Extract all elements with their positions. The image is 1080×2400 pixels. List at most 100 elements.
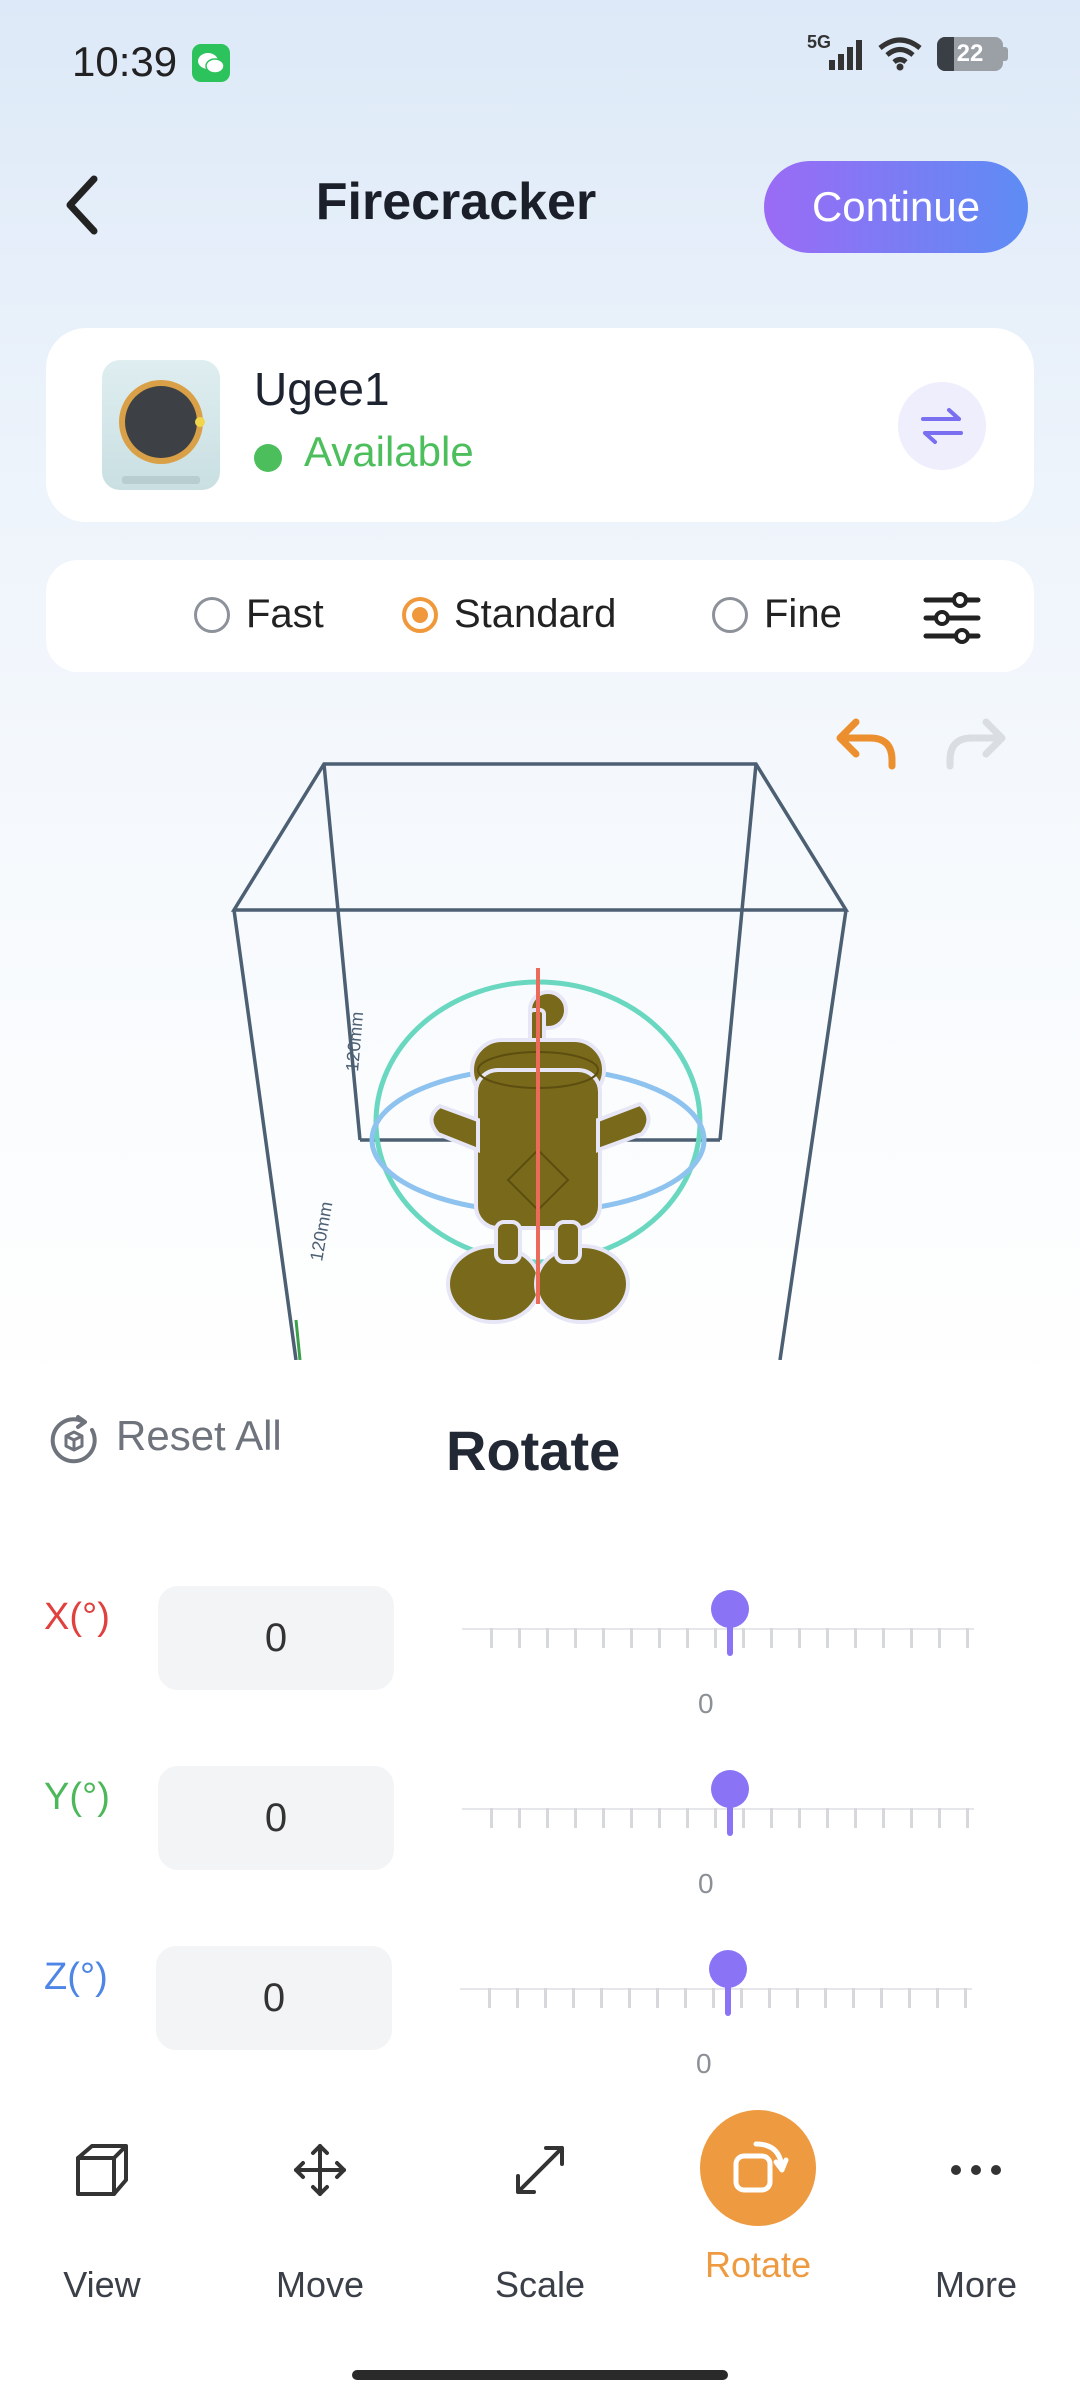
sliders-icon	[923, 592, 981, 644]
slider-tick	[798, 1808, 801, 1828]
slider-knob[interactable]	[709, 1950, 747, 1988]
slider-tick	[488, 1988, 491, 2008]
slider-tick	[574, 1628, 577, 1648]
slider-tick	[938, 1808, 941, 1828]
slider-track	[460, 1988, 972, 1990]
slider-tick	[600, 1988, 603, 2008]
y-rotation-input[interactable]: 0	[158, 1766, 394, 1870]
slider-tick	[938, 1628, 941, 1648]
printer-name: Ugee1	[254, 363, 390, 415]
slider-tick	[490, 1808, 493, 1828]
slider-tick	[516, 1988, 519, 2008]
slider-tick	[628, 1988, 631, 2008]
swap-arrows-icon	[921, 408, 963, 444]
slider-tick	[630, 1628, 633, 1648]
slider-tick	[854, 1808, 857, 1828]
x-rotation-slider[interactable]: 0	[462, 1590, 974, 1719]
slider-tick	[966, 1808, 969, 1828]
rotate-icon	[700, 2110, 816, 2226]
slider-tick	[742, 1808, 745, 1828]
slider-tick	[768, 1988, 771, 2008]
continue-button[interactable]: Continue	[764, 161, 1028, 253]
reset-icon[interactable]	[48, 1414, 100, 1466]
printer-card[interactable]: Ugee1 Available	[46, 328, 1034, 522]
slider-tick	[602, 1808, 605, 1828]
slider-tick	[882, 1808, 885, 1828]
quality-option-label: Fast	[246, 592, 324, 636]
quality-option-standard[interactable]: Standard	[402, 592, 616, 637]
battery-indicator: 22	[937, 37, 1003, 71]
nav-move[interactable]: Move	[240, 2130, 400, 2306]
slider-tick	[936, 1988, 939, 2008]
status-icons: 5G 22	[807, 32, 1008, 72]
y-rotation-slider[interactable]: 0	[462, 1770, 974, 1899]
quality-option-fast[interactable]: Fast	[194, 592, 324, 637]
z-rotation-slider[interactable]: 0	[460, 1950, 972, 2079]
switch-printer-button[interactable]	[898, 382, 986, 470]
more-dots-icon	[936, 2130, 1016, 2210]
cube-icon	[62, 2130, 142, 2210]
slider-track	[462, 1628, 974, 1630]
slider-tick	[684, 1988, 687, 2008]
slider-tick	[770, 1628, 773, 1648]
quality-selector: Fast Standard Fine	[46, 560, 1034, 672]
move-arrows-icon	[280, 2130, 360, 2210]
axis-label-y: Y(°)	[44, 1776, 110, 1818]
slider-tick	[742, 1628, 745, 1648]
radio-fine[interactable]	[712, 596, 748, 633]
x-rotation-input[interactable]: 0	[158, 1586, 394, 1690]
nav-label-more: More	[934, 2264, 1018, 2305]
nav-label-view: View	[63, 2264, 141, 2305]
slider-tick	[546, 1628, 549, 1648]
slider-tick	[686, 1808, 689, 1828]
slider-tick	[518, 1808, 521, 1828]
slider-track	[462, 1808, 974, 1810]
printer-image	[102, 360, 220, 490]
slider-tick	[826, 1628, 829, 1648]
scale-arrows-icon	[500, 2130, 580, 2210]
slider-tick	[546, 1808, 549, 1828]
z-slider-value: 0	[696, 2048, 712, 2079]
radio-standard[interactable]	[402, 596, 438, 633]
panel-title: Rotate	[446, 1419, 621, 1482]
slider-tick	[966, 1628, 969, 1648]
slider-tick	[630, 1808, 633, 1828]
slider-tick	[714, 1628, 717, 1648]
slider-tick	[826, 1808, 829, 1828]
slider-knob[interactable]	[711, 1770, 749, 1808]
nav-more[interactable]: More	[896, 2130, 1056, 2306]
slider-tick	[712, 1988, 715, 2008]
slider-tick	[854, 1628, 857, 1648]
model-viewport[interactable]: 120mm 120mm	[0, 740, 1080, 1361]
nav-label-scale: Scale	[494, 2264, 586, 2305]
nav-scale[interactable]: Scale	[460, 2130, 620, 2306]
reset-all-button[interactable]: Reset All	[116, 1412, 282, 1460]
slider-tick	[796, 1988, 799, 2008]
slider-tick	[658, 1628, 661, 1648]
slider-tick	[852, 1988, 855, 2008]
slider-knob[interactable]	[711, 1590, 749, 1628]
slider-tick	[572, 1988, 575, 2008]
printer-status: Available	[304, 428, 474, 475]
slider-tick	[490, 1628, 493, 1648]
nav-view[interactable]: View	[22, 2130, 182, 2306]
slider-tick	[908, 1988, 911, 2008]
quality-option-fine[interactable]: Fine	[712, 592, 842, 637]
slider-tick	[824, 1988, 827, 2008]
slider-tick	[740, 1988, 743, 2008]
home-indicator	[352, 2370, 728, 2380]
nav-rotate[interactable]: Rotate	[678, 2110, 838, 2286]
y-slider-value: 0	[698, 1868, 714, 1899]
settings-sliders-button[interactable]	[922, 588, 982, 648]
slider-tick	[798, 1628, 801, 1648]
slider-tick	[910, 1628, 913, 1648]
slider-tick	[544, 1988, 547, 2008]
radio-fast[interactable]	[194, 596, 230, 633]
z-rotation-input[interactable]: 0	[156, 1946, 392, 2050]
wifi-icon	[878, 37, 922, 71]
cellular-signal-icon: 5G	[807, 32, 863, 72]
dimension-label: 120mm	[306, 1200, 336, 1263]
status-time: 10:39	[72, 38, 178, 85]
slider-tick	[882, 1628, 885, 1648]
quality-option-label: Standard	[454, 592, 617, 636]
